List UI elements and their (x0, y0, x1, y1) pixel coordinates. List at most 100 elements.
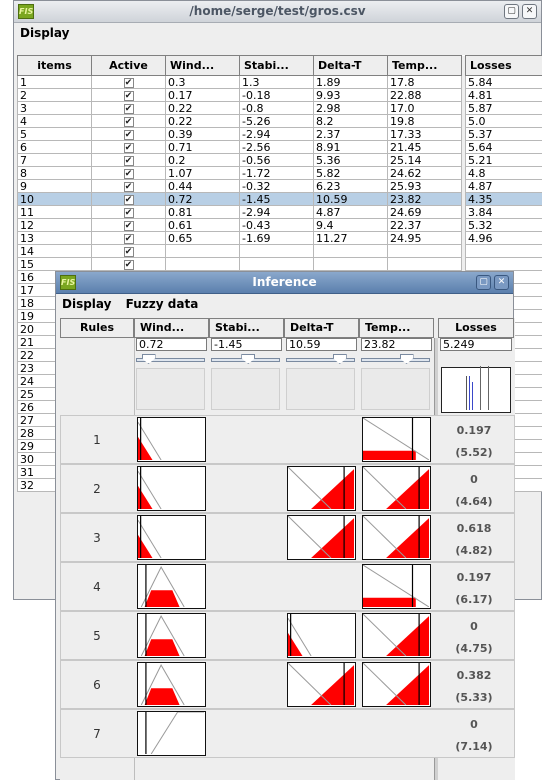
active-checkbox[interactable]: ✔ (123, 156, 134, 166)
table-row[interactable]: 14 ✔ (17, 244, 542, 258)
table-cell[interactable]: 7 (17, 153, 92, 167)
column-header-deltat[interactable]: Delta-T (313, 55, 388, 76)
column-header-wind[interactable]: Wind... (165, 55, 240, 76)
table-row[interactable]: 6 ✔ 0.71 -2.56 8.91 21.45 5.64 (17, 140, 542, 154)
table-cell[interactable]: 0.22 (165, 101, 240, 115)
table-cell[interactable]: ✔ (91, 192, 166, 206)
table-cell[interactable]: 0.71 (165, 140, 240, 154)
table-row[interactable]: 10 ✔ 0.72 -1.45 10.59 23.82 4.35 (17, 192, 542, 206)
maximize-icon[interactable]: ▢ (504, 4, 519, 19)
slider-thumb[interactable] (141, 354, 156, 364)
table-cell[interactable]: 9.4 (313, 218, 388, 232)
table-cell[interactable]: 8.2 (313, 114, 388, 128)
table-cell[interactable]: 10 (17, 192, 92, 206)
table-cell[interactable]: ✔ (91, 257, 166, 271)
table-cell[interactable]: 14 (17, 244, 92, 258)
table-cell[interactable]: ✔ (91, 218, 166, 232)
table-row[interactable]: 8 ✔ 1.07 -1.72 5.82 24.62 4.8 (17, 166, 542, 180)
table-cell[interactable]: 5.36 (313, 153, 388, 167)
active-checkbox[interactable]: ✔ (123, 195, 134, 205)
table-cell[interactable]: 24.69 (387, 205, 462, 219)
table-cell[interactable]: 15 (17, 257, 92, 271)
input-value-field[interactable]: 10.59 (286, 338, 357, 351)
table-cell[interactable] (313, 244, 388, 258)
slider-track[interactable] (361, 358, 430, 362)
table-cell[interactable]: ✔ (91, 101, 166, 115)
table-cell[interactable] (239, 257, 314, 271)
active-checkbox[interactable]: ✔ (123, 208, 134, 218)
table-cell[interactable]: 5.32 (465, 218, 542, 232)
table-cell[interactable]: 23.82 (387, 192, 462, 206)
slider-thumb[interactable] (332, 354, 347, 364)
table-cell[interactable]: 4.87 (313, 205, 388, 219)
active-checkbox[interactable]: ✔ (123, 260, 134, 270)
table-cell[interactable]: 8 (17, 166, 92, 180)
column-header-wind[interactable]: Wind... (134, 318, 209, 338)
table-cell[interactable]: 5.37 (465, 127, 542, 141)
table-cell[interactable]: 5.82 (313, 166, 388, 180)
menu-display[interactable]: Display (62, 297, 111, 311)
table-cell[interactable]: 4.8 (465, 166, 542, 180)
table-cell[interactable]: 9.93 (313, 88, 388, 102)
column-header-losses[interactable]: Losses (438, 318, 514, 338)
table-cell[interactable]: 5.21 (465, 153, 542, 167)
table-cell[interactable]: 0.17 (165, 88, 240, 102)
table-cell[interactable]: 22.88 (387, 88, 462, 102)
table-cell[interactable]: 5 (17, 127, 92, 141)
table-cell[interactable]: 25.14 (387, 153, 462, 167)
table-cell[interactable]: -0.56 (239, 153, 314, 167)
table-cell[interactable]: 0.61 (165, 218, 240, 232)
table-cell[interactable]: -2.94 (239, 127, 314, 141)
slider-thumb[interactable] (241, 354, 256, 364)
table-cell[interactable]: 17.8 (387, 75, 462, 89)
table-cell[interactable]: 11.27 (313, 231, 388, 245)
inference-titlebar[interactable]: FIS Inference ▢ ✕ (56, 272, 513, 294)
table-cell[interactable] (165, 244, 240, 258)
table-row[interactable]: 11 ✔ 0.81 -2.94 4.87 24.69 3.84 (17, 205, 542, 219)
table-cell[interactable]: 2 (17, 88, 92, 102)
table-cell[interactable]: 2.98 (313, 101, 388, 115)
table-cell[interactable]: 4 (17, 114, 92, 128)
column-header-losses[interactable]: Losses (465, 55, 542, 76)
table-cell[interactable]: 2.37 (313, 127, 388, 141)
table-cell[interactable]: 9 (17, 179, 92, 193)
table-cell[interactable]: ✔ (91, 166, 166, 180)
column-header-temp[interactable]: Temp... (359, 318, 434, 338)
table-cell[interactable]: 13 (17, 231, 92, 245)
table-cell[interactable]: 5.0 (465, 114, 542, 128)
table-cell[interactable]: 0.22 (165, 114, 240, 128)
table-cell[interactable] (465, 244, 542, 258)
input-value-field[interactable]: -1.45 (211, 338, 282, 351)
table-cell[interactable]: 3.84 (465, 205, 542, 219)
maximize-icon[interactable]: ▢ (476, 275, 491, 290)
table-cell[interactable]: ✔ (91, 179, 166, 193)
table-cell[interactable]: -1.69 (239, 231, 314, 245)
menu-display[interactable]: Display (20, 26, 69, 40)
column-header-active[interactable]: Active (91, 55, 166, 76)
table-cell[interactable]: 17.33 (387, 127, 462, 141)
table-row[interactable]: 15 ✔ (17, 257, 542, 271)
input-value-field[interactable]: 23.82 (361, 338, 432, 351)
table-cell[interactable]: 24.95 (387, 231, 462, 245)
active-checkbox[interactable]: ✔ (123, 234, 134, 244)
table-row[interactable]: 1 ✔ 0.3 1.3 1.89 17.8 5.84 (17, 75, 542, 89)
table-cell[interactable]: ✔ (91, 75, 166, 89)
table-cell[interactable]: 8.91 (313, 140, 388, 154)
active-checkbox[interactable]: ✔ (123, 169, 134, 179)
table-cell[interactable]: 25.93 (387, 179, 462, 193)
table-cell[interactable]: 6.23 (313, 179, 388, 193)
table-cell[interactable]: ✔ (91, 153, 166, 167)
table-cell[interactable]: 1.07 (165, 166, 240, 180)
table-cell[interactable]: 4.87 (465, 179, 542, 193)
active-checkbox[interactable]: ✔ (123, 143, 134, 153)
table-cell[interactable]: 0.81 (165, 205, 240, 219)
table-cell[interactable]: -0.43 (239, 218, 314, 232)
active-checkbox[interactable]: ✔ (123, 91, 134, 101)
table-cell[interactable]: 0.3 (165, 75, 240, 89)
input-value-field[interactable]: 0.72 (136, 338, 207, 351)
table-cell[interactable]: 0.72 (165, 192, 240, 206)
column-header-stabi[interactable]: Stabi... (209, 318, 284, 338)
table-cell[interactable]: ✔ (91, 140, 166, 154)
table-cell[interactable]: 3 (17, 101, 92, 115)
table-cell[interactable]: ✔ (91, 244, 166, 258)
